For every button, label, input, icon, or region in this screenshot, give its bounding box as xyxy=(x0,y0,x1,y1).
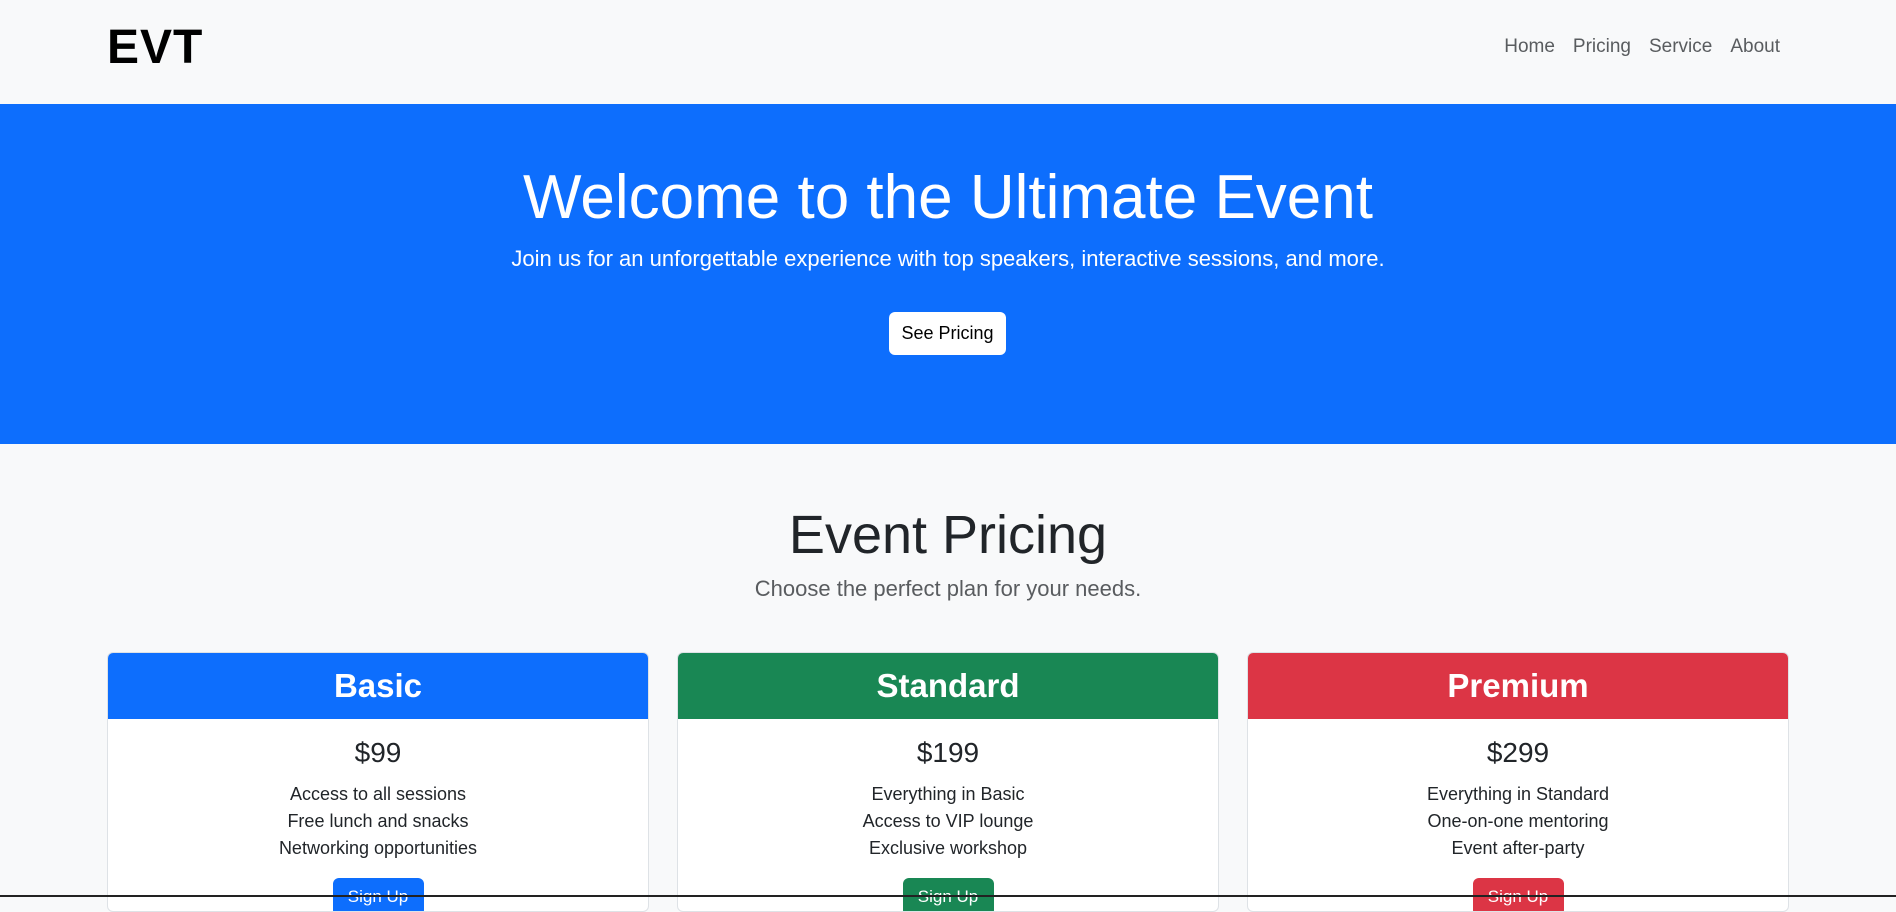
feature-list: Everything in Standard One-on-one mentor… xyxy=(1248,781,1788,862)
brand-logo[interactable]: EVT xyxy=(107,20,203,75)
plan-price: $299 xyxy=(1486,737,1550,768)
nav-link-service[interactable]: Service xyxy=(1649,36,1712,58)
pricing-subtitle: Choose the perfect plan for your needs. xyxy=(754,576,1142,601)
pricing-title: Event Pricing xyxy=(788,505,1108,565)
feature-list: Everything in Basic Access to VIP lounge… xyxy=(678,781,1218,862)
pricing-card-basic: Basic $99 Access to all sessions Free lu… xyxy=(107,652,649,912)
card-header: Standard xyxy=(678,653,1218,719)
hero-title: Welcome to the Ultimate Event xyxy=(523,163,1373,232)
feature-item: Event after-party xyxy=(1451,838,1585,858)
feature-item: Free lunch and snacks xyxy=(287,811,469,831)
nav-link-about[interactable]: About xyxy=(1730,36,1780,58)
see-pricing-button[interactable]: See Pricing xyxy=(889,312,1006,355)
hero-section: Welcome to the Ultimate Event Join us fo… xyxy=(0,104,1896,444)
nav-link-home[interactable]: Home xyxy=(1504,36,1555,58)
plan-price: $99 xyxy=(354,737,402,768)
pricing-card-standard: Standard $199 Everything in Basic Access… xyxy=(677,652,1219,912)
hero-subtitle: Join us for an unforgettable experience … xyxy=(511,246,1385,271)
plan-price: $199 xyxy=(916,737,980,768)
feature-item: One-on-one mentoring xyxy=(1427,811,1609,831)
card-header: Premium xyxy=(1248,653,1788,719)
navbar: EVT Home Pricing Service About xyxy=(0,0,1896,96)
feature-item: Exclusive workshop xyxy=(868,838,1028,858)
card-header: Basic xyxy=(108,653,648,719)
feature-list: Access to all sessions Free lunch and sn… xyxy=(108,781,648,862)
nav-links: Home Pricing Service About xyxy=(1504,36,1780,58)
nav-link-pricing[interactable]: Pricing xyxy=(1573,36,1631,58)
feature-item: Networking opportunities xyxy=(278,838,478,858)
feature-item: Access to all sessions xyxy=(289,784,467,804)
pricing-card-premium: Premium $299 Everything in Standard One-… xyxy=(1247,652,1789,912)
feature-item: Everything in Standard xyxy=(1426,784,1610,804)
feature-item: Access to VIP lounge xyxy=(862,811,1034,831)
feature-item: Everything in Basic xyxy=(871,784,1025,804)
